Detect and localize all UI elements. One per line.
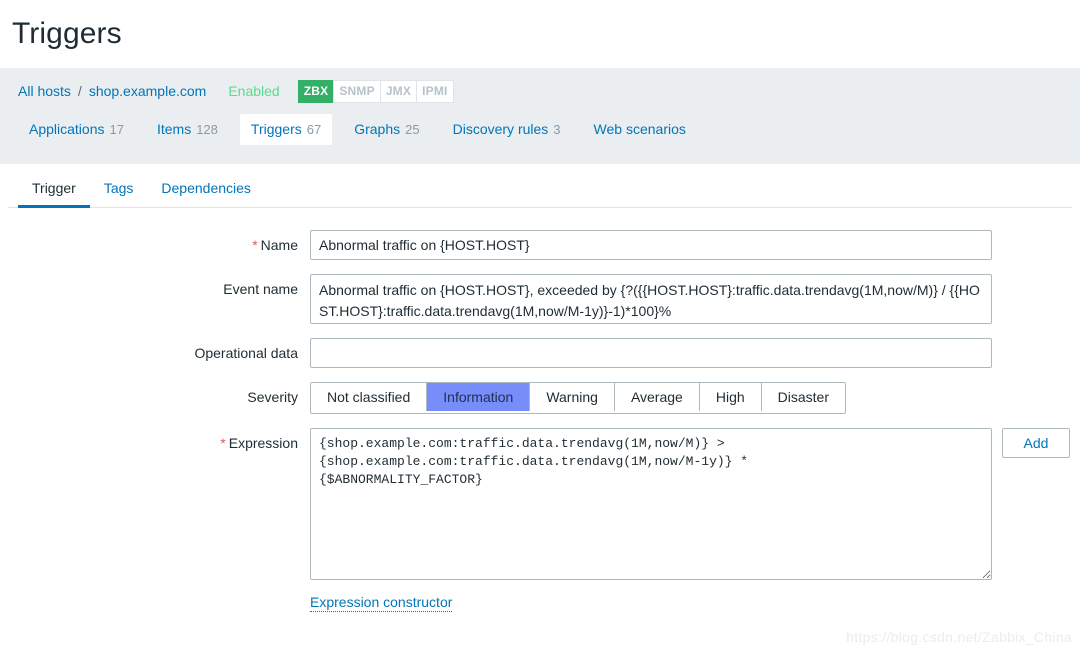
required-marker-expression: * [220,435,225,451]
field-area-name [310,230,992,260]
field-area-expression: {shop.example.com:traffic.data.trendavg(… [310,428,1070,580]
nav-item-graphs[interactable]: Graphs 25 [343,114,430,145]
form-row-severity: Severity Not classified Information Warn… [8,382,1072,414]
nav-label-web-scenarios: Web scenarios [594,121,686,137]
operational-data-input[interactable] [310,338,992,368]
expression-constructor-link[interactable]: Expression constructor [310,594,452,612]
label-name: *Name [8,230,310,260]
form-tab-bar: Trigger Tags Dependencies [8,164,1072,208]
required-marker-name: * [252,237,257,253]
severity-option-warning[interactable]: Warning [530,383,615,411]
label-text-expression: Expression [229,435,298,451]
tab-tags[interactable]: Tags [90,170,148,207]
form-row-expression-constructor: Expression constructor [8,594,1072,612]
interface-badge-zbx: ZBX [298,80,334,103]
expression-input[interactable]: {shop.example.com:traffic.data.trendavg(… [310,428,992,580]
host-object-nav: Applications 17 Items 128 Triggers 67 Graph… [0,112,1080,146]
name-input[interactable] [310,230,992,260]
interface-badges: ZBX SNMP JMX IPMI [298,80,454,103]
breadcrumb-separator: / [78,83,82,99]
nav-count-graphs: 25 [405,122,419,137]
nav-count-items: 128 [196,122,218,137]
trigger-form-card: Trigger Tags Dependencies *Name Event na… [8,164,1072,659]
nav-count-discovery-rules: 3 [553,122,560,137]
form-row-name: *Name [8,230,1072,260]
page-header: Triggers [0,0,1080,68]
severity-button-group: Not classified Information Warning Avera… [310,382,846,414]
nav-item-items[interactable]: Items 128 [146,114,229,145]
severity-option-not-classified[interactable]: Not classified [311,383,427,411]
nav-item-discovery-rules[interactable]: Discovery rules 3 [442,114,572,145]
severity-option-high[interactable]: High [700,383,762,411]
severity-option-disaster[interactable]: Disaster [762,383,845,411]
severity-option-information[interactable]: Information [427,383,530,411]
interface-badge-ipmi: IPMI [416,80,453,103]
breadcrumb-host[interactable]: shop.example.com [89,83,207,99]
nav-item-triggers[interactable]: Triggers 67 [240,114,332,145]
nav-label-applications: Applications [29,121,105,137]
page-title: Triggers [12,17,122,51]
form-row-operational-data: Operational data [8,338,1072,368]
form-row-expression: *Expression {shop.example.com:traffic.da… [8,428,1072,580]
nav-item-web-scenarios[interactable]: Web scenarios [583,114,697,145]
interface-badge-jmx: JMX [380,80,416,103]
nav-count-applications: 17 [110,122,124,137]
host-context-band: All hosts / shop.example.com Enabled ZBX… [0,68,1080,164]
label-operational-data: Operational data [8,338,310,368]
interface-badge-snmp: SNMP [333,80,379,103]
nav-label-discovery-rules: Discovery rules [453,121,549,137]
label-event-name: Event name [8,274,310,304]
add-expression-button[interactable]: Add [1002,428,1070,458]
watermark: https://blog.csdn.net/Zabbix_China [846,629,1072,645]
label-text-name: Name [261,237,298,253]
nav-label-items: Items [157,121,191,137]
nav-count-triggers: 67 [307,122,321,137]
form-row-event-name: Event name Abnormal traffic on {HOST.HOS… [8,274,1072,324]
host-status-enabled[interactable]: Enabled [228,83,279,99]
field-area-event-name: Abnormal traffic on {HOST.HOST}, exceede… [310,274,992,324]
tab-trigger[interactable]: Trigger [18,170,90,207]
nav-label-graphs: Graphs [354,121,400,137]
breadcrumb: All hosts / shop.example.com Enabled ZBX… [0,68,1080,100]
nav-label-triggers: Triggers [251,121,302,137]
event-name-input[interactable]: Abnormal traffic on {HOST.HOST}, exceede… [310,274,992,324]
severity-option-average[interactable]: Average [615,383,700,411]
tab-dependencies[interactable]: Dependencies [147,170,265,207]
field-area-severity: Not classified Information Warning Avera… [310,382,846,414]
trigger-form: *Name Event name Abnormal traffic on {HO… [8,208,1072,612]
nav-item-applications[interactable]: Applications 17 [18,114,135,145]
label-expression: *Expression [8,428,310,458]
field-area-operational-data [310,338,992,368]
breadcrumb-all-hosts[interactable]: All hosts [18,83,71,99]
label-severity: Severity [8,382,310,412]
